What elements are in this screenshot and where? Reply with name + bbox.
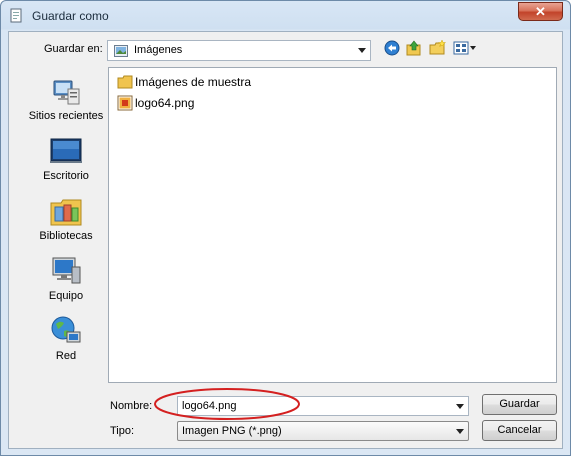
place-recent[interactable]: Sitios recientes bbox=[19, 73, 113, 133]
up-folder-icon[interactable] bbox=[406, 40, 422, 56]
document-icon bbox=[10, 8, 22, 23]
place-desktop[interactable]: Escritorio bbox=[19, 133, 113, 193]
annotation-ellipse bbox=[154, 388, 300, 420]
place-label: Sitios recientes bbox=[28, 110, 104, 122]
file-type-label: Tipo: bbox=[110, 425, 135, 437]
back-icon[interactable] bbox=[384, 40, 400, 56]
chevron-down-icon bbox=[358, 48, 366, 53]
network-icon bbox=[51, 316, 81, 343]
file-name-label: Nombre: bbox=[110, 400, 153, 412]
chevron-down-icon[interactable] bbox=[456, 404, 464, 409]
new-folder-icon[interactable] bbox=[429, 40, 446, 56]
chevron-down-icon bbox=[456, 429, 464, 434]
save-as-dialog: Guardar como ✕ Guardar en: Imágenes Siti… bbox=[0, 0, 571, 456]
place-libraries[interactable]: Bibliotecas bbox=[19, 193, 113, 253]
cancel-button[interactable]: Cancelar bbox=[482, 420, 557, 441]
close-button[interactable]: ✕ bbox=[518, 2, 563, 21]
window-title: Guardar como bbox=[32, 9, 109, 23]
save-in-label: Guardar en: bbox=[44, 43, 103, 55]
place-computer[interactable]: Equipo bbox=[19, 253, 113, 313]
pictures-library-icon bbox=[114, 45, 128, 57]
place-network[interactable]: Red bbox=[19, 313, 113, 373]
save-in-value: Imágenes bbox=[134, 44, 183, 56]
recent-places-icon bbox=[53, 80, 80, 105]
save-in-combo[interactable]: Imágenes bbox=[107, 40, 371, 61]
places-bar: Sitios recientes Escritorio Bibliotecas … bbox=[19, 70, 113, 380]
file-name: logo64.png bbox=[135, 96, 195, 110]
place-label: Equipo bbox=[48, 290, 84, 302]
dialog-client-area: Guardar en: Imágenes Sitios recientes Es… bbox=[8, 31, 563, 449]
folder-icon bbox=[117, 75, 133, 89]
place-label: Red bbox=[55, 350, 77, 362]
png-file-icon bbox=[117, 95, 133, 111]
file-name: Imágenes de muestra bbox=[135, 75, 252, 89]
file-type-value: Imagen PNG (*.png) bbox=[182, 425, 282, 437]
close-icon: ✕ bbox=[535, 4, 546, 19]
save-button[interactable]: Guardar bbox=[482, 394, 557, 415]
file-type-select[interactable]: Imagen PNG (*.png) bbox=[177, 421, 469, 441]
view-menu-icon[interactable] bbox=[453, 40, 477, 56]
libraries-icon bbox=[50, 199, 82, 226]
title-bar[interactable]: Guardar como ✕ bbox=[1, 1, 570, 31]
place-label: Bibliotecas bbox=[39, 230, 93, 242]
computer-icon bbox=[52, 257, 81, 284]
place-label: Escritorio bbox=[43, 170, 89, 182]
file-list[interactable]: Imágenes de muestra logo64.png bbox=[108, 67, 557, 383]
desktop-icon bbox=[50, 138, 82, 163]
